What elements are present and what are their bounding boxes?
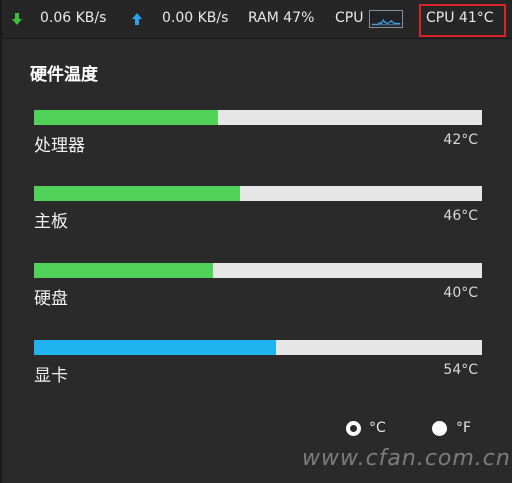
temp-bar-fill: [34, 340, 276, 355]
cpu-temp[interactable]: CPU 41°C: [426, 10, 494, 26]
cpu-graph-icon: [369, 10, 403, 28]
download-speed: 0.06 KB/s: [40, 10, 107, 26]
ram-usage: RAM 47%: [248, 10, 315, 26]
panel-title: 硬件温度: [30, 65, 98, 85]
hw-value-gpu: 54°C: [443, 362, 478, 378]
hw-value-disk: 40°C: [443, 285, 478, 301]
upload-speed: 0.00 KB/s: [162, 10, 229, 26]
upload-arrow-icon: [132, 13, 142, 25]
temp-bar-fill: [34, 263, 214, 278]
watermark: www.cfan.com.cn 广东龙网: [302, 446, 512, 471]
hw-label-motherboard: 主板: [34, 212, 68, 232]
temp-bar-disk: [34, 263, 482, 278]
status-bar: 0.06 KB/s 0.00 KB/s RAM 47% CPU CPU 41°C: [2, 0, 512, 39]
cpu-label: CPU: [335, 10, 364, 26]
hw-value-cpu: 42°C: [443, 132, 478, 148]
temp-bar-fill: [34, 110, 218, 125]
hw-label-disk: 硬盘: [34, 289, 68, 309]
celsius-label[interactable]: °C: [369, 420, 386, 436]
temp-bar-fill: [34, 186, 241, 201]
temp-bar-cpu: [34, 110, 482, 125]
fahrenheit-radio[interactable]: [432, 421, 447, 436]
temp-bar-gpu: [34, 340, 482, 355]
hw-label-gpu: 显卡: [34, 366, 68, 386]
hw-value-motherboard: 46°C: [443, 208, 478, 224]
celsius-radio[interactable]: [346, 421, 361, 436]
hardware-monitor-window: 0.06 KB/s 0.00 KB/s RAM 47% CPU CPU 41°C…: [0, 0, 512, 483]
hw-label-cpu: 处理器: [34, 136, 85, 156]
temp-bar-motherboard: [34, 186, 482, 201]
download-arrow-icon: [12, 13, 22, 25]
fahrenheit-label[interactable]: °F: [456, 420, 471, 436]
